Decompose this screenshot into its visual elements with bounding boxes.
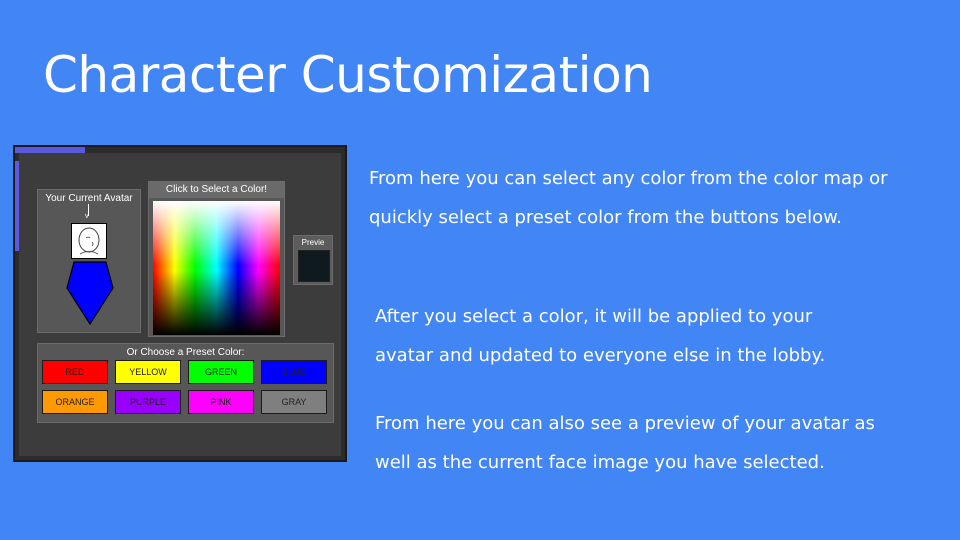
avatar-body [66,260,114,331]
preset-panel: Or Choose a Preset Color: RED YELLOW GRE… [37,343,334,423]
customization-window: Your Current Avatar v Click to Select a … [19,153,341,456]
preset-grid: RED YELLOW GREEN BLUE ORANGE PURPLE PINK… [42,360,327,414]
color-picker-panel: Click to Select a Color! [148,181,285,337]
preset-pink-button[interactable]: PINK [188,390,254,414]
preset-yellow-button[interactable]: YELLOW [115,360,181,384]
preset-gray-button[interactable]: GRAY [261,390,327,414]
slide-title: Character Customization [43,46,653,104]
face-sketch-icon [78,227,100,255]
color-map[interactable] [153,201,280,335]
avatar-panel: Your Current Avatar v [37,189,141,333]
preview-panel: Previe [293,235,333,285]
preset-red-button[interactable]: RED [42,360,108,384]
preset-green-button[interactable]: GREEN [188,360,254,384]
game-screenshot: Your Current Avatar v Click to Select a … [13,145,347,462]
description-color-applied: After you select a color, it will be app… [375,306,826,366]
preset-label: Or Choose a Preset Color: [126,347,245,358]
face-image [71,223,107,259]
preview-swatch [298,250,330,282]
preset-blue-button[interactable]: BLUE [261,360,327,384]
preset-orange-button[interactable]: ORANGE [42,390,108,414]
avatar-panel-label: Your Current Avatar [45,193,133,204]
description-color-selection: From here you can select any color from … [369,168,888,228]
preset-purple-button[interactable]: PURPLE [115,390,181,414]
description-preview: From here you can also see a preview of … [375,413,875,473]
arrow-head-icon: v [85,213,89,220]
color-picker-label: Click to Select a Color! [149,182,284,198]
preview-label: Previe [301,238,325,247]
